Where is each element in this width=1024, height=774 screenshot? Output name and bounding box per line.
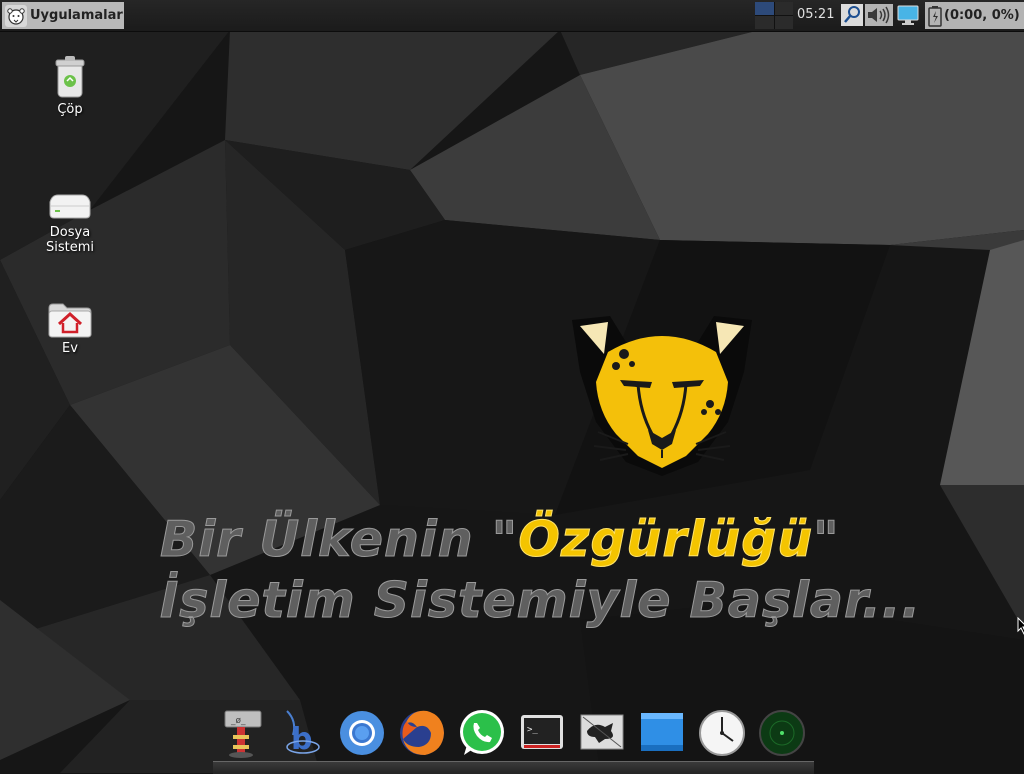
terminal-icon[interactable]: >_	[517, 705, 567, 761]
xfce-settings-icon[interactable]	[577, 705, 627, 761]
app-installer-icon[interactable]: _ø_	[217, 705, 267, 761]
dock: _ø_ b >_	[213, 705, 813, 767]
workspace-2[interactable]	[774, 2, 793, 15]
pardus-cheetah-logo	[572, 316, 752, 476]
top-panel: Uygulamalar 05:21 (0:00, 0%)	[0, 0, 1024, 32]
slogan-line-2: İşletim Sistemiyle Başlar...	[159, 572, 922, 630]
network-icon[interactable]	[897, 4, 919, 26]
applications-menu-button[interactable]: Uygulamalar	[2, 2, 124, 29]
home-folder-icon	[48, 303, 92, 338]
slogan-highlight: Özgürlüğü	[518, 511, 814, 569]
slogan-text: Bir Ülkenin "	[159, 511, 519, 569]
drive-icon	[49, 194, 91, 219]
battery-status-text: (0:00, 0%)	[944, 8, 1020, 23]
desktop-icon-trash[interactable]: Çöp	[25, 55, 115, 117]
trash-icon	[55, 56, 85, 98]
mouse-cursor-icon	[1017, 617, 1024, 635]
workspace-3[interactable]	[755, 16, 774, 29]
desktop-icon-label: Ev	[62, 341, 78, 356]
file-manager-icon[interactable]	[637, 705, 687, 761]
slogan-text: "	[813, 511, 840, 569]
whatsapp-icon[interactable]	[457, 705, 507, 761]
svg-text:>_: >_	[527, 725, 538, 735]
desktop-icon-label: Dosya Sistemi	[45, 225, 94, 255]
pardus-logo-icon	[5, 4, 27, 27]
slogan-line-1: Bir Ülkenin "Özgürlüğü"	[159, 511, 840, 569]
panel-clock[interactable]: 05:21	[797, 7, 834, 22]
chromium-icon[interactable]	[337, 705, 387, 761]
bleachbit-icon[interactable]: b	[277, 705, 327, 761]
desktop-icon-filesystem[interactable]: Dosya Sistemi	[25, 192, 115, 255]
battery-icon	[928, 5, 942, 27]
workspace-switcher[interactable]	[755, 2, 793, 29]
firefox-icon[interactable]	[397, 705, 447, 761]
desktop-wallpaper	[0, 0, 1024, 773]
workspace-4[interactable]	[774, 16, 793, 29]
desktop-icon-home[interactable]: Ev	[25, 302, 115, 356]
battery-indicator[interactable]: (0:00, 0%)	[925, 2, 1024, 29]
search-icon[interactable]	[841, 4, 863, 26]
workspace-1[interactable]	[755, 2, 774, 15]
desktop-icon-label: Çöp	[57, 102, 83, 117]
clock-icon[interactable]	[697, 705, 747, 761]
applications-menu-label: Uygulamalar	[30, 8, 123, 23]
svg-text:_ø_: _ø_	[230, 716, 246, 726]
radar-icon[interactable]	[757, 705, 807, 761]
volume-icon[interactable]	[865, 4, 893, 26]
